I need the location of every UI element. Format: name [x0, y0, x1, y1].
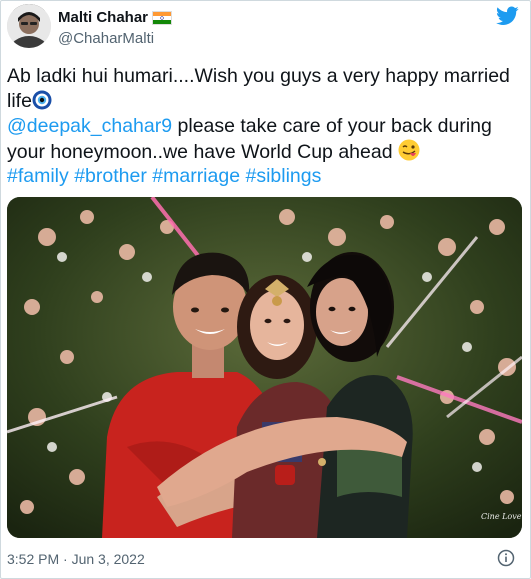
tweet-text: Ab ladki hui humari....Wish you guys a v… — [7, 64, 517, 189]
winking-face-with-tongue-emoji — [398, 139, 420, 160]
hashtag-siblings[interactable]: #siblings — [245, 165, 321, 187]
author-display-name[interactable]: Malti Chahar — [58, 9, 148, 26]
tweet-photo[interactable]: Cine Love — [7, 197, 522, 538]
hashtag-family[interactable]: #family — [7, 165, 69, 187]
tweet-header: Malti Chahar @ChaharMalti — [7, 4, 527, 50]
photo-illustration: Cine Love — [7, 197, 522, 538]
mention-link[interactable]: @deepak_chahar9 — [7, 115, 172, 137]
photo-watermark: Cine Love — [481, 512, 522, 521]
nazar-amulet-emoji — [32, 90, 52, 109]
india-flag-icon — [152, 10, 173, 25]
author-name-line[interactable]: Malti Chahar — [58, 9, 173, 26]
hashtag-brother[interactable]: #brother — [74, 165, 147, 187]
tweet-footer: 3:52 PM · Jun 3, 2022 — [7, 549, 521, 571]
tweet-timestamp[interactable]: 3:52 PM · Jun 3, 2022 — [7, 551, 145, 567]
tweet-card: Malti Chahar @ChaharMalti Ab ladki hui h… — [0, 0, 531, 579]
tweet-line-1: Ab ladki hui humari....Wish you guys a v… — [7, 65, 510, 112]
avatar[interactable] — [7, 4, 51, 48]
info-icon[interactable] — [497, 549, 515, 567]
author-handle[interactable]: @ChaharMalti — [58, 30, 154, 47]
twitter-bird-icon[interactable] — [496, 6, 519, 26]
hashtag-marriage[interactable]: #marriage — [152, 165, 240, 187]
